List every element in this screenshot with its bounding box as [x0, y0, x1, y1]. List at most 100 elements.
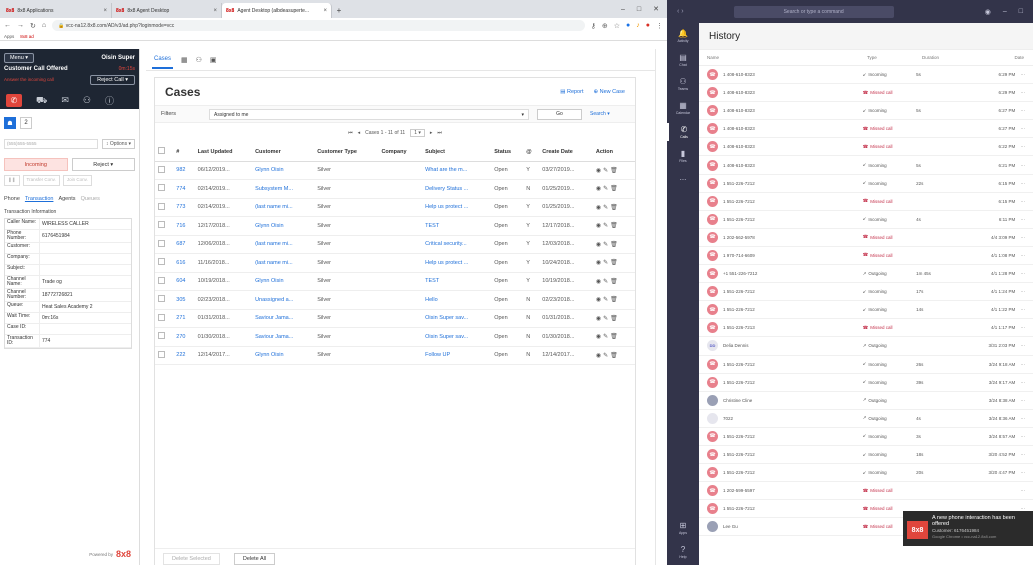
cell-id[interactable]: 773 — [173, 198, 195, 217]
cell-id[interactable]: 270 — [173, 327, 195, 347]
list-item[interactable]: ☎ 1 408-610-8323 ↙ Incoming 5s 6:21 PM ··· — [699, 156, 1033, 175]
user-icon[interactable]: ☗ — [4, 117, 16, 129]
rail-activity[interactable]: 🔔 Activity — [667, 27, 699, 45]
col-id[interactable]: # — [173, 143, 195, 162]
list-item[interactable]: 7022 ↗ Outgoing 4s 3/24 8:36 AM ··· — [699, 410, 1033, 428]
col-company[interactable]: Company — [378, 143, 423, 162]
menu-button[interactable]: Menu ▾ — [4, 52, 35, 63]
col-last-updated[interactable]: Last Updated — [194, 143, 253, 162]
cell-customer[interactable]: Unassigned a... — [252, 290, 315, 310]
list-item[interactable]: ☎ 1 970-714-6609 ☎ Missed call 4/1 1:08 PM ··… — [699, 247, 1033, 266]
minimize-icon[interactable]: – — [1003, 8, 1007, 16]
row-checkbox-cell[interactable] — [155, 179, 174, 199]
cell-customer[interactable]: Glynn Oisin — [252, 161, 315, 180]
row-checkbox-cell[interactable] — [155, 161, 174, 180]
go-button[interactable]: Go — [537, 108, 582, 120]
last-page-icon[interactable]: ⏭ — [437, 130, 442, 136]
avatar[interactable]: ◉ — [985, 8, 991, 16]
row-checkbox[interactable] — [158, 258, 165, 266]
browser-tab-3[interactable]: 8x8 Agent Desktop (albdeasuperte... × — [222, 3, 332, 18]
select-all-checkbox-cell[interactable] — [155, 143, 174, 162]
more-options-icon[interactable]: ··· — [1015, 307, 1025, 312]
more-options-icon[interactable]: ··· — [1015, 343, 1025, 348]
table-row[interactable]: 687 12/06/2018... (last name mi... Silver Cr… — [155, 235, 635, 254]
more-options-icon[interactable]: ··· — [1015, 253, 1025, 258]
more-options-icon[interactable]: ··· — [1015, 398, 1025, 403]
list-item[interactable]: ☎ 1 408-610-8323 ↙ Incoming 5s 6:27 PM ··· — [699, 102, 1033, 121]
rail-calls[interactable]: ✆ Calls — [667, 123, 699, 141]
delete-selected-button[interactable]: Delete Selected — [163, 552, 220, 565]
table-row[interactable]: 616 11/16/2018... (last name mi... Silver He… — [155, 253, 635, 273]
delete-icon[interactable]: 🗑 — [610, 186, 620, 192]
more-options-icon[interactable]: ··· — [1015, 126, 1025, 131]
cell-subject[interactable]: TEST — [422, 272, 492, 291]
cases-scrollbar[interactable] — [655, 49, 667, 565]
cell-id[interactable]: 222 — [173, 346, 195, 365]
cell-subject[interactable]: Delivery Status ... — [422, 179, 492, 199]
cell-customer[interactable]: Saviour Jama... — [252, 309, 315, 328]
tab-transaction[interactable]: Transaction — [25, 196, 54, 206]
rail-apps[interactable]: ⊞ Apps — [667, 519, 699, 537]
phone-icon[interactable]: ✆ — [6, 94, 22, 107]
cell-customer[interactable]: Glynn Oisin — [252, 216, 315, 236]
cell-customer[interactable]: Glynn Oisin — [252, 346, 315, 365]
delete-icon[interactable]: 🗑 — [610, 279, 620, 285]
list-item[interactable]: ☎ 1 551-226-7212 ↙ Incoming 18s 3/20 4:52 PM ·… — [699, 446, 1033, 465]
back-icon[interactable]: ← — [4, 22, 11, 29]
agents-icon[interactable]: ⚇ — [83, 95, 91, 106]
maximize-icon[interactable]: □ — [637, 6, 641, 13]
cell-subject[interactable]: Oisin Super sav... — [422, 327, 492, 347]
row-checkbox[interactable] — [158, 332, 165, 340]
list-item[interactable]: ☎ 1 408-610-8323 ☎ Missed call 6:29 PM ··· — [699, 84, 1033, 103]
reload-icon[interactable]: ↻ — [30, 22, 36, 30]
delete-icon[interactable]: 🗑 — [610, 242, 620, 248]
row-checkbox[interactable] — [158, 350, 165, 358]
more-options-icon[interactable]: ··· — [1015, 217, 1025, 222]
page-size-select[interactable]: 1 ▾ — [410, 129, 425, 137]
transfer-button[interactable]: Transfer Conv. — [22, 175, 60, 186]
delete-all-button[interactable]: Delete All — [233, 552, 276, 565]
reject-call-button[interactable]: Reject Call ▾ — [90, 74, 135, 85]
rail-files[interactable]: ▮ Files — [667, 147, 699, 165]
options-button[interactable]: ↕ Options ▾ — [101, 138, 135, 149]
close-tab-icon[interactable]: × — [103, 8, 107, 14]
row-checkbox-cell[interactable] — [155, 235, 174, 254]
col-create-date[interactable]: Create Date — [539, 143, 593, 162]
col-status[interactable]: Status — [491, 143, 524, 162]
list-item[interactable]: ☎ 1 551-226-7212 ↙ Incoming 22s 6:15 PM ··· — [699, 175, 1033, 193]
select-all-checkbox[interactable] — [158, 147, 165, 155]
more-options-icon[interactable]: ··· — [1015, 199, 1025, 204]
hold-icon[interactable]: ❚❚ — [4, 175, 20, 186]
extension-icon-2[interactable]: ♪ — [636, 22, 640, 29]
rail-calendar[interactable]: ▦ Calendar — [667, 99, 699, 117]
row-checkbox[interactable] — [158, 276, 165, 284]
zoom-icon[interactable]: ⊕ — [602, 22, 608, 30]
row-checkbox[interactable] — [158, 202, 165, 210]
tab-cases[interactable]: Cases — [152, 51, 174, 69]
more-options-icon[interactable]: ··· — [1015, 416, 1025, 421]
list-item[interactable]: ☎ 1 551-226-7212 ↙ Incoming 3s 3/24 8:57 AM ··… — [699, 428, 1033, 446]
more-options-icon[interactable]: ··· — [1015, 325, 1025, 330]
delete-icon[interactable]: 🗑 — [610, 297, 620, 303]
maximize-icon[interactable]: □ — [1019, 8, 1023, 16]
table-row[interactable]: 774 02/14/2019... Subsystem M... Silver Deli… — [155, 179, 635, 199]
notification-toast[interactable]: 8x8 A new phone interaction has been off… — [903, 511, 1033, 546]
cell-customer[interactable]: (last name mi... — [252, 235, 315, 254]
rail-help[interactable]: ? Help — [667, 543, 699, 561]
prev-page-icon[interactable]: ◂ — [358, 130, 361, 136]
new-case-button[interactable]: ⊕ New Case — [593, 89, 625, 95]
row-checkbox-cell[interactable] — [155, 253, 174, 273]
delete-icon[interactable]: 🗑 — [610, 353, 620, 359]
cell-customer[interactable]: Glynn Oisin — [252, 272, 315, 291]
col-customer[interactable]: Customer — [252, 143, 315, 162]
join-button[interactable]: Join Conv. — [62, 175, 92, 186]
delete-icon[interactable]: 🗑 — [610, 168, 620, 174]
cell-id[interactable]: 716 — [173, 216, 195, 236]
row-checkbox-cell[interactable] — [155, 290, 174, 310]
list-item[interactable]: ☎ 1 551-226-7212 ↙ Incoming 17s 4/1 1:24 PM ··… — [699, 283, 1033, 302]
list-item[interactable]: ☎ 1 408-610-8323 ↙ Incoming 5s 6:29 PM ··· — [699, 66, 1033, 85]
row-checkbox[interactable] — [158, 221, 165, 229]
row-checkbox[interactable] — [158, 184, 165, 192]
cell-subject[interactable]: What are the m... — [422, 161, 492, 180]
close-window-icon[interactable]: ✕ — [653, 5, 659, 13]
